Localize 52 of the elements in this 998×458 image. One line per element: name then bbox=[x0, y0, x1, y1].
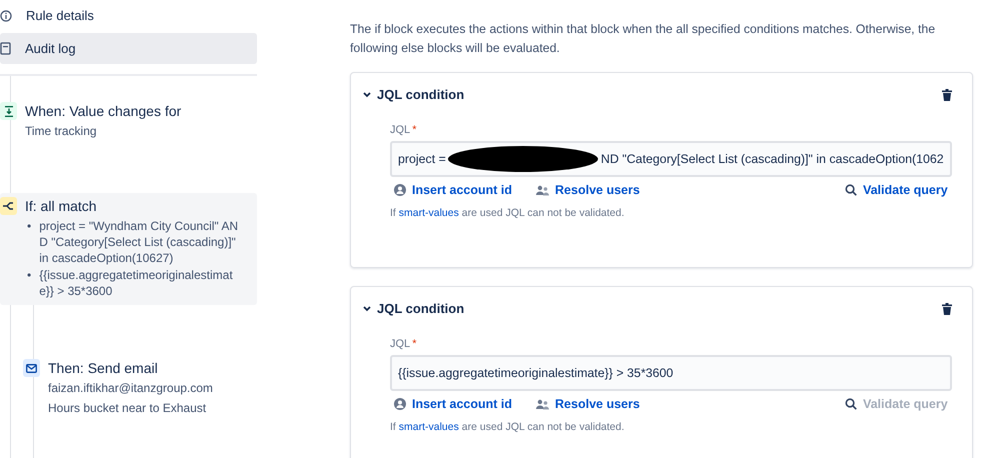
users-icon bbox=[536, 184, 550, 196]
required-mark: * bbox=[412, 338, 416, 350]
search-icon bbox=[844, 398, 857, 410]
input-text: project = bbox=[398, 152, 446, 166]
search-icon bbox=[844, 184, 857, 196]
hint-text: If smart-values are used JQL can not be validated. bbox=[390, 421, 626, 433]
link-button[interactable]: Insert account id bbox=[394, 183, 512, 197]
hint-link[interactable]: smart-values bbox=[398, 421, 459, 433]
link-button[interactable]: Insert account id bbox=[394, 397, 512, 411]
rule-step[interactable]: Then: Send email faizan.iftikhar@itanzgroup.com Hours bucket near to Exhaust bbox=[23, 355, 257, 422]
input-text: {{issue.aggregatetimeoriginalestimate}} > 35*3600 bbox=[398, 366, 674, 380]
card-toggle[interactable]: JQL condition bbox=[363, 87, 464, 102]
link-button[interactable]: Resolve users bbox=[536, 397, 640, 411]
condition-summary: {{issue.aggregatetimeoriginalestimate}} > 35*3600 bbox=[39, 267, 234, 299]
info-icon bbox=[0, 10, 12, 22]
user-icon bbox=[394, 398, 406, 410]
mail-icon bbox=[26, 364, 37, 372]
step-detail: Time tracking bbox=[25, 123, 98, 139]
document-icon bbox=[0, 42, 11, 55]
required-mark: * bbox=[412, 124, 416, 136]
step-detail: faizan.iftikhar@itanzgroup.com bbox=[48, 380, 213, 396]
jql-input[interactable]: project = ND "Category[Select List (cascading)]" in cascadeOption(1062 bbox=[390, 141, 952, 177]
branch-icon bbox=[3, 201, 14, 211]
bullet-mark: • bbox=[27, 267, 32, 283]
condition-summary: project = "Wyndham City Council" AND "Category[Select List (cascading)]" in cascadeOption(10627) bbox=[39, 218, 240, 266]
description-text: The if block executes the actions within that block when the all specified conditions matches. Otherwise, the following else blocks will be evaluated. bbox=[350, 21, 936, 57]
delete-button[interactable] bbox=[942, 88, 952, 100]
step-title: When: Value changes for bbox=[25, 103, 182, 119]
link-button[interactable]: Resolve users bbox=[536, 183, 640, 197]
hint-link[interactable]: smart-values bbox=[398, 207, 459, 219]
trash-icon bbox=[942, 302, 952, 314]
step-title: Then: Send email bbox=[48, 360, 159, 376]
input-text: ND "Category[Select List (cascading)]" in cascadeOption(1062 bbox=[600, 152, 944, 166]
validate-button[interactable]: Validate query bbox=[844, 183, 948, 197]
jql-input[interactable]: {{issue.aggregatetimeoriginalestimate}} > 35*3600 bbox=[390, 355, 952, 391]
chevron-down-icon bbox=[363, 306, 371, 312]
rule-step[interactable]: When: Value changes for Time tracking bbox=[0, 98, 257, 145]
trigger-icon bbox=[4, 106, 14, 116]
rule-step[interactable]: If: all match • project = "Wyndham City Council" AND "Category[Select List (cascading)]" in cascadeOption(10627) • {{issue.aggregatetimeoriginalestimate}} > 35*3600 bbox=[0, 193, 257, 305]
delete-button[interactable] bbox=[942, 302, 952, 314]
users-icon bbox=[536, 398, 550, 410]
hint-text: If smart-values are used JQL can not be validated. bbox=[390, 207, 626, 219]
user-icon bbox=[394, 184, 406, 196]
step-detail: Hours bucket near to Exhaust bbox=[48, 400, 208, 416]
trash-icon bbox=[942, 88, 952, 100]
field-label: JQL bbox=[390, 124, 410, 136]
card-toggle[interactable]: JQL condition bbox=[363, 301, 464, 316]
chevron-down-icon bbox=[363, 92, 371, 98]
step-title: If: all match bbox=[25, 198, 98, 214]
nav-item[interactable]: Audit log bbox=[0, 33, 257, 64]
field-label: JQL bbox=[390, 338, 410, 350]
bullet-mark: • bbox=[27, 218, 32, 234]
